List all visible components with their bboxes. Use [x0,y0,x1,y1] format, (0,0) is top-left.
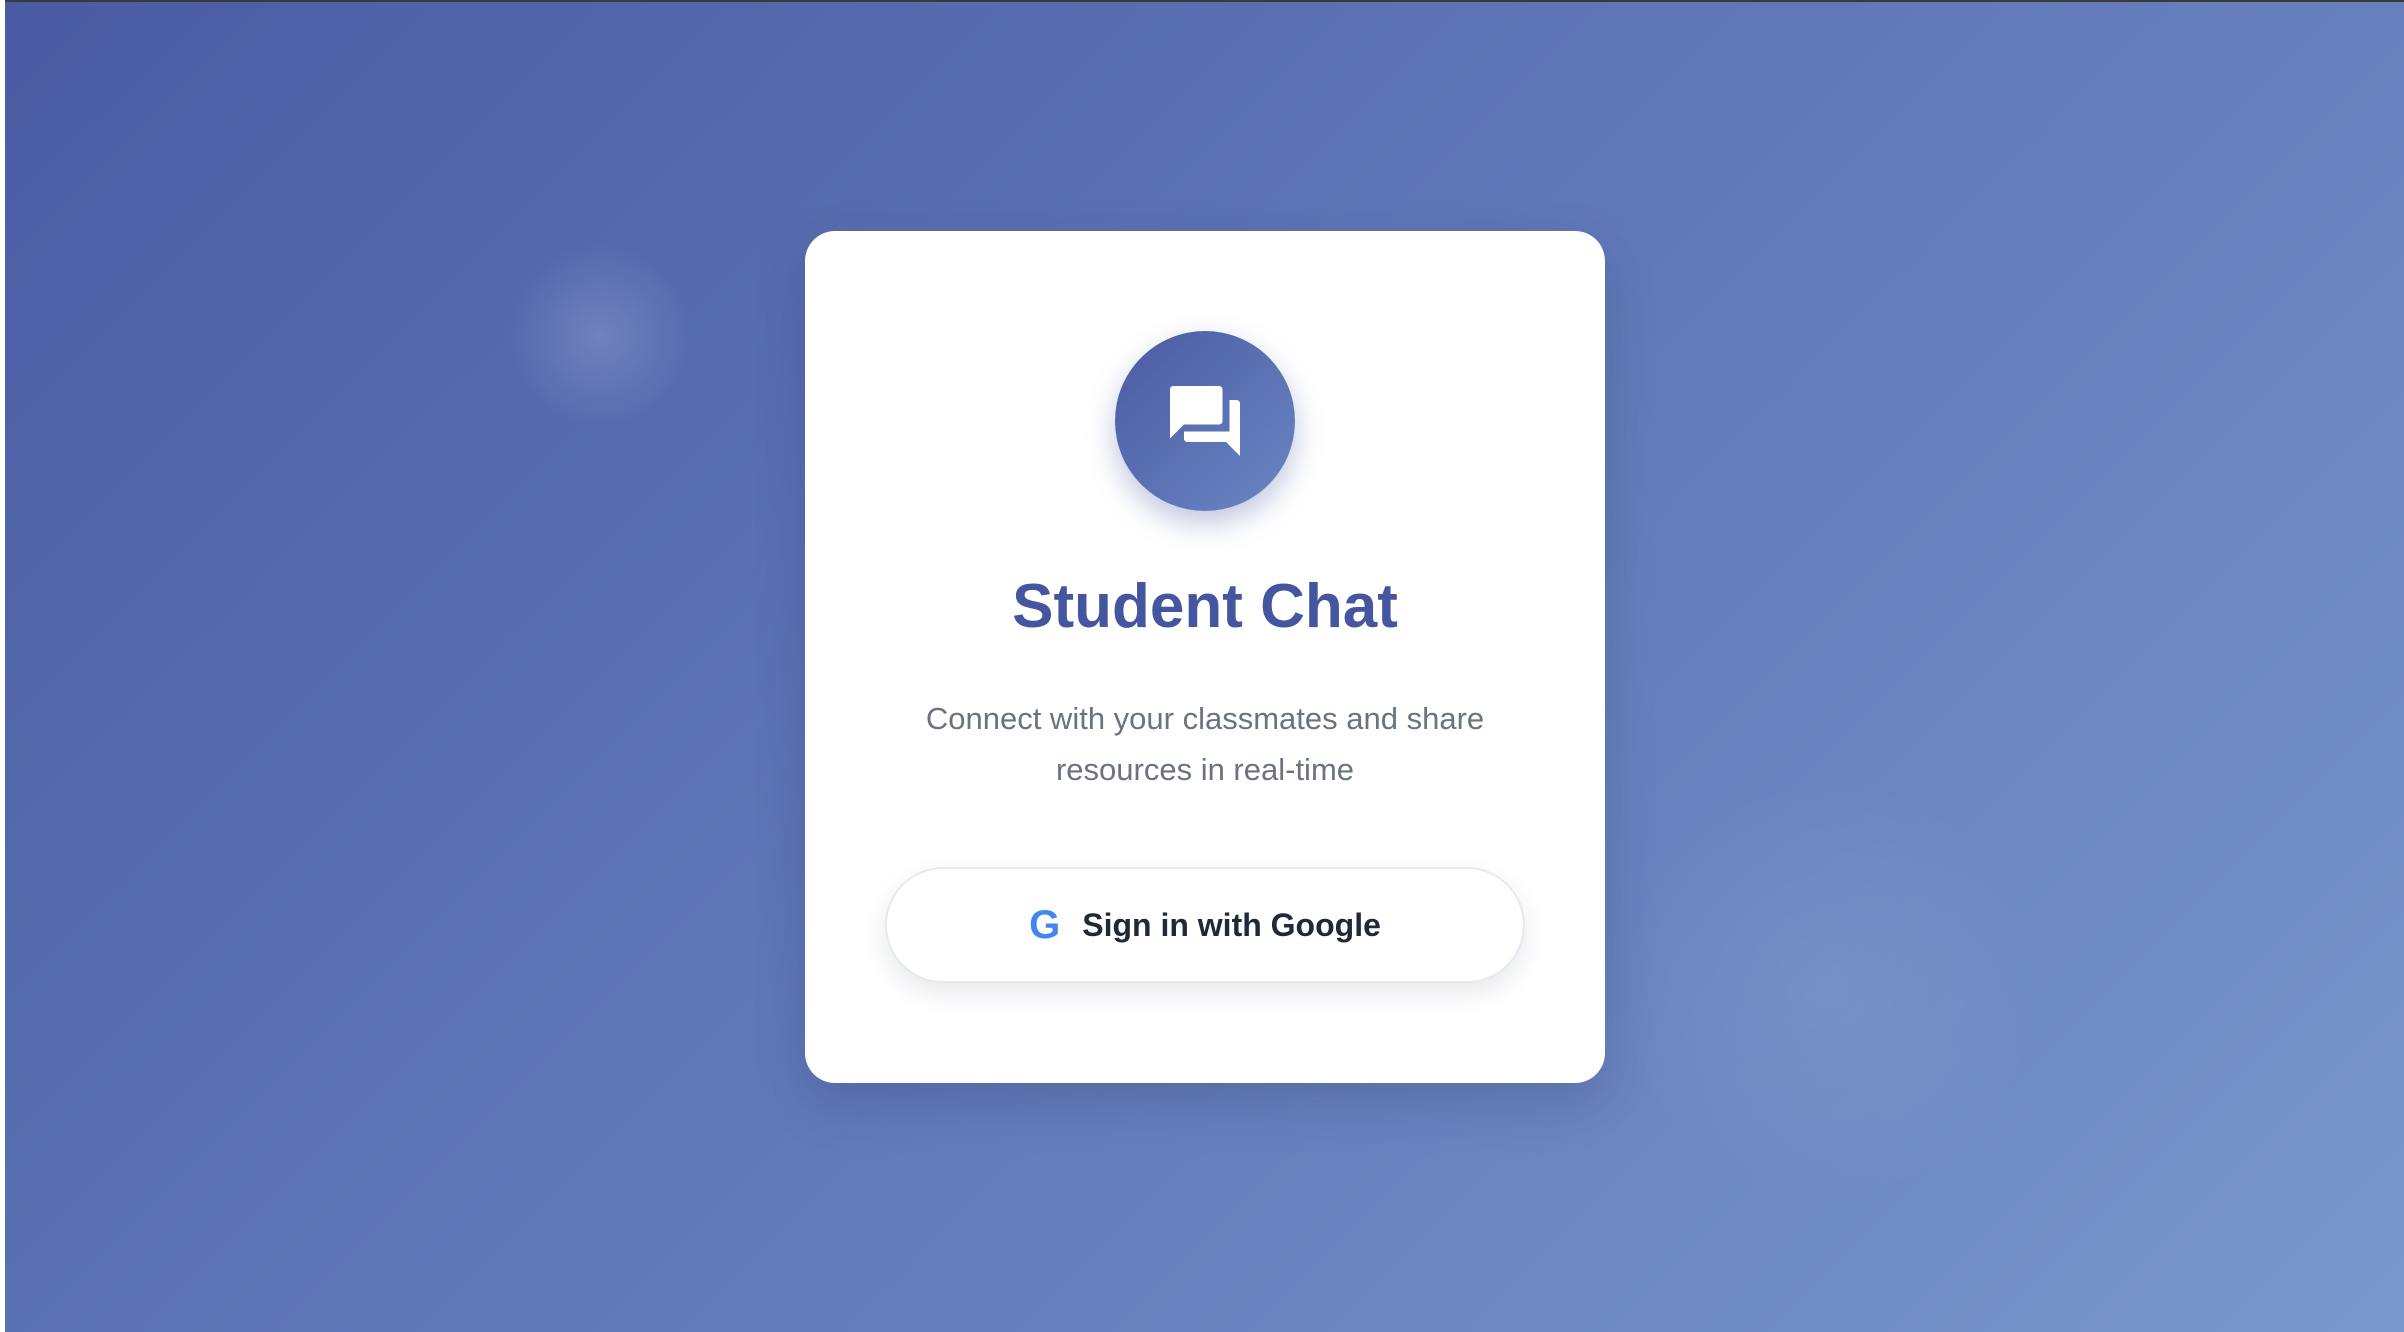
google-signin-label: Sign in with Google [1082,907,1381,943]
app-subtitle: Connect with your classmates and share r… [925,701,1485,787]
google-signin-button[interactable]: G Sign in with Google [885,867,1525,983]
window-top-border [0,0,2404,2]
app-title: Student Chat [1012,572,1398,641]
app-logo [1115,331,1295,511]
login-card: Student Chat Connect with your classmate… [805,231,1605,1083]
background-glow-large [1620,780,2040,1200]
chat-bubbles-icon [1170,386,1240,456]
google-icon: G [1029,903,1061,947]
background-glow [510,245,690,425]
window-left-edge [0,0,5,1332]
